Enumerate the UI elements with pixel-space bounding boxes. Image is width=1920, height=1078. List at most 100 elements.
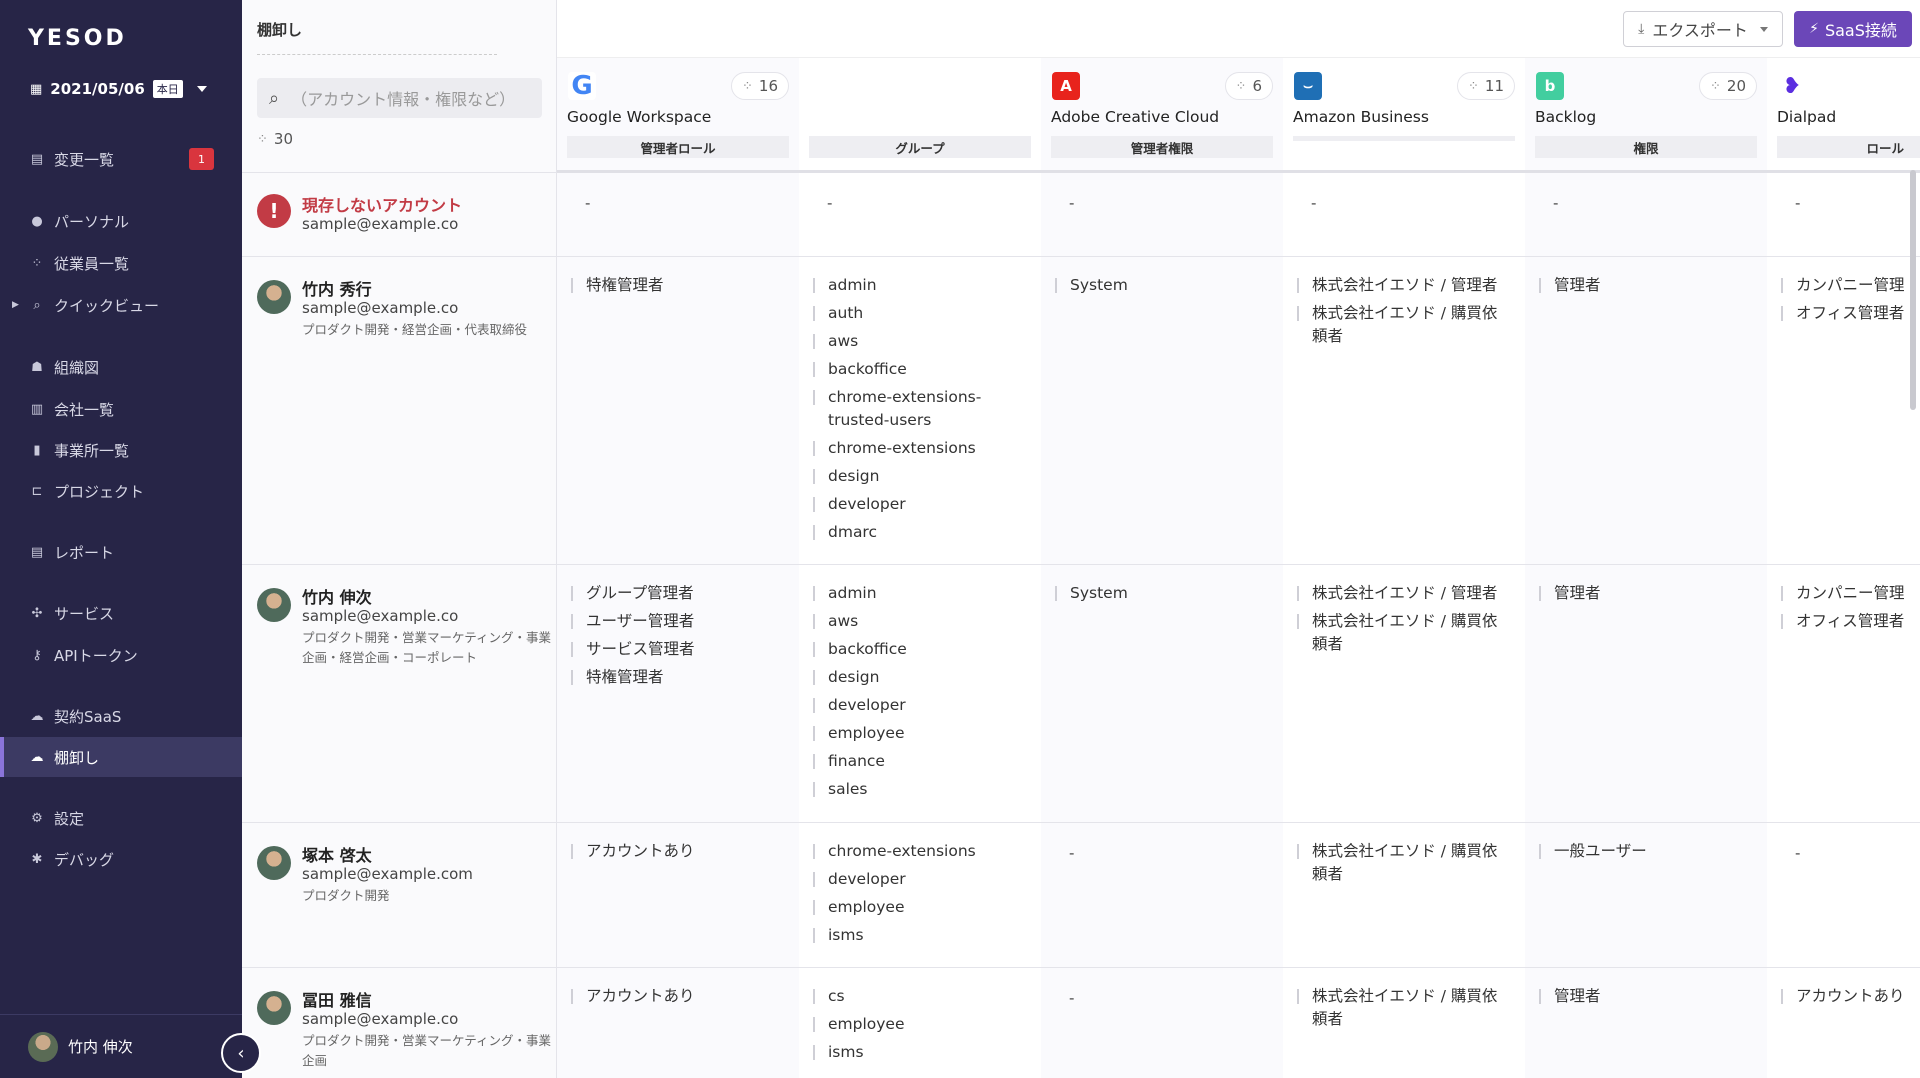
column	[557, 58, 799, 1078]
attribute-tag: 権限	[1535, 136, 1757, 158]
value-item: アカウントあり	[1781, 985, 1920, 1008]
person-department: プロダクト開発・営業マーケティング・事業企画・経営企画・コーポレート	[302, 630, 552, 665]
nav-quickview[interactable]: ▶ ⌕ クイックビュー	[0, 285, 242, 325]
divider	[242, 256, 557, 257]
table-cell: -	[585, 194, 591, 212]
scrollbar[interactable]	[1910, 170, 1916, 410]
value-item: 株式会社イエソド / 購買依頼者	[1297, 610, 1507, 656]
building-icon: ▥	[30, 401, 44, 417]
app-header-amazon[interactable]: ⌣ ⁘ 11 Amazon Business	[1283, 58, 1525, 166]
table-cell: カンパニー管理 オフィス管理者	[1781, 582, 1920, 638]
nav-label: クイックビュー	[54, 296, 160, 315]
divider	[242, 967, 557, 968]
app-header-google-workspace[interactable]: G ⁘ 16 Google Workspace 管理者ロール グループ	[557, 58, 1041, 166]
document-icon: ▤	[30, 151, 44, 167]
avatar	[257, 991, 291, 1025]
value-item: chrome-extensions	[813, 840, 1033, 863]
cloud-upload-icon: ☁	[30, 749, 44, 765]
value-item: sales	[813, 778, 1033, 801]
collapse-sidebar-button[interactable]: ‹	[221, 1033, 261, 1073]
people-icon: ⁘	[1235, 78, 1247, 94]
nav-inventory[interactable]: ☁ 棚卸し	[0, 737, 242, 777]
app-name: Google Workspace	[567, 108, 712, 126]
nav-label: 設定	[54, 809, 85, 828]
app-header-backlog[interactable]: b ⁘ 20 Backlog 権限	[1525, 58, 1767, 166]
value-item: backoffice	[813, 638, 1033, 661]
app-logo[interactable]: YESOD	[28, 26, 127, 51]
service-icon: ✣	[31, 605, 43, 621]
nav-changes[interactable]: ▤ 変更一覧 1	[0, 139, 242, 179]
nav-debug[interactable]: ✱ デバッグ	[0, 839, 242, 879]
nav-label: デバッグ	[54, 850, 115, 869]
saas-connect-label: SaaS接続	[1824, 21, 1897, 40]
member-count: ⁘ 11	[1457, 72, 1515, 100]
avatar	[257, 280, 291, 314]
table-cell: -	[1795, 844, 1801, 862]
nav-employees[interactable]: ⁘ 従業員一覧	[0, 243, 242, 283]
nav-contract-saas[interactable]: ☁ 契約SaaS	[0, 696, 242, 736]
user-menu[interactable]: 竹内 伸次	[0, 1014, 242, 1078]
people-icon: ⁘	[1468, 78, 1479, 94]
date-selector[interactable]: ▦ 2021/05/06 本日	[30, 80, 207, 98]
nav-label: 契約SaaS	[54, 707, 122, 726]
cloud-icon: ☁	[30, 708, 44, 724]
value-item: developer	[813, 868, 1033, 891]
person-name: 現存しないアカウント	[302, 196, 463, 215]
divider	[557, 170, 1920, 173]
nav-settings[interactable]: ⚙ 設定	[0, 798, 242, 838]
nav-services[interactable]: ✣ サービス	[0, 593, 242, 633]
value-item: System	[1055, 274, 1275, 297]
divider	[557, 967, 1920, 968]
value-item: auth	[813, 302, 1033, 325]
person-department: プロダクト開発・営業マーケティング・事業企画	[302, 1033, 552, 1068]
column	[1525, 58, 1767, 1078]
page-title: 棚卸し	[257, 21, 303, 39]
value-item: オフィス管理者	[1781, 302, 1920, 325]
search-input[interactable]: ⌕ （アカウント情報・権限など）	[257, 78, 542, 118]
person-icon: ●	[31, 213, 43, 229]
gear-icon: ⚙	[31, 810, 43, 826]
app-header-dialpad[interactable]: ❥ Dialpad ロール	[1767, 58, 1920, 166]
nav-personal[interactable]: ● パーソナル	[0, 201, 242, 241]
warning-icon: !	[257, 194, 291, 228]
app-name: Backlog	[1535, 108, 1597, 126]
nav-projects[interactable]: ⊏ プロジェクト	[0, 471, 242, 511]
value-item: 管理者	[1539, 274, 1759, 297]
nav-org-chart[interactable]: ☗ 組織図	[0, 347, 242, 387]
value-item: 管理者	[1539, 985, 1759, 1008]
person-email: sample@example.co	[302, 1010, 459, 1028]
nav-reports[interactable]: ▤ レポート	[0, 532, 242, 572]
saas-connect-button[interactable]: ⚡ SaaS接続	[1794, 11, 1912, 47]
member-count-value: 20	[1726, 77, 1746, 95]
value-item: isms	[813, 924, 1033, 947]
office-icon: ▮	[33, 442, 41, 458]
nav-offices[interactable]: ▮ 事業所一覧	[0, 430, 242, 470]
avatar	[28, 1031, 58, 1062]
member-count: ⁘ 16	[731, 72, 789, 100]
date-badge: 本日	[152, 80, 183, 98]
nav-label: サービス	[54, 604, 115, 623]
search-icon: ⌕	[33, 297, 41, 313]
table-cell: 管理者	[1539, 985, 1759, 1013]
date-value: 2021/05/06	[50, 80, 145, 98]
export-button[interactable]: ⤓ エクスポート	[1623, 11, 1783, 47]
calendar-icon: ▦	[30, 81, 43, 97]
table-cell: 管理者	[1539, 274, 1759, 302]
person-email: sample@example.co	[302, 607, 459, 625]
plug-icon: ⚡	[1809, 21, 1819, 37]
attribute-tag	[1293, 136, 1515, 141]
app-header-adobe[interactable]: A ⁘ 6 Adobe Creative Cloud 管理者権限	[1041, 58, 1283, 166]
divider	[242, 822, 557, 823]
value-item: aws	[813, 330, 1033, 353]
table-cell: 特権管理者	[571, 274, 791, 302]
value-item: サービス管理者	[571, 638, 791, 661]
nav-companies[interactable]: ▥ 会社一覧	[0, 389, 242, 429]
divider	[557, 822, 1920, 823]
sidebar: YESOD ▦ 2021/05/06 本日 ▤ 変更一覧 1 ● パーソナル ⁘…	[0, 0, 242, 1078]
nav-api-tokens[interactable]: ⚷ APIトークン	[0, 635, 242, 675]
people-icon: ⁘	[31, 255, 43, 271]
person-department: プロダクト開発・経営企画・代表取締役	[302, 322, 528, 337]
value-item: developer	[813, 493, 1033, 516]
value-item: admin	[813, 582, 1033, 605]
table-cell: System	[1055, 582, 1275, 610]
